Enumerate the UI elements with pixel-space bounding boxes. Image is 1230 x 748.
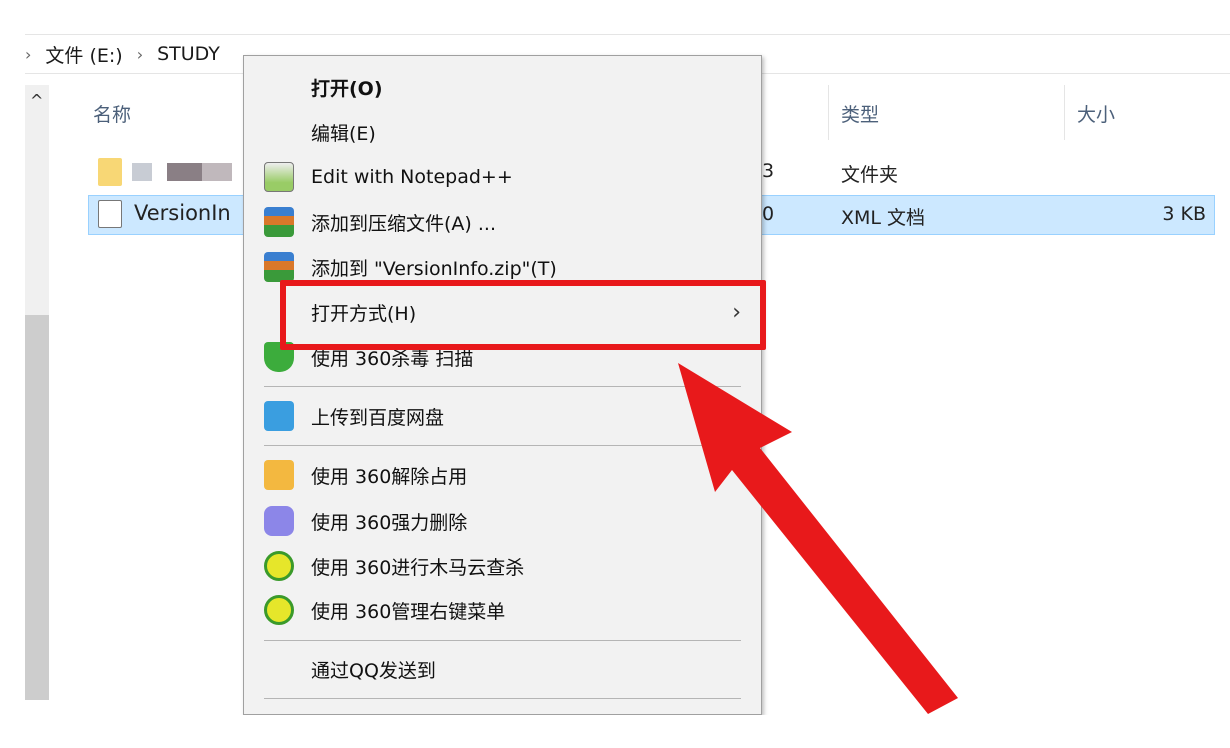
bottom-margin [0, 715, 1230, 748]
annotation-arrow [678, 363, 958, 714]
red-arrow-shape [678, 363, 958, 714]
